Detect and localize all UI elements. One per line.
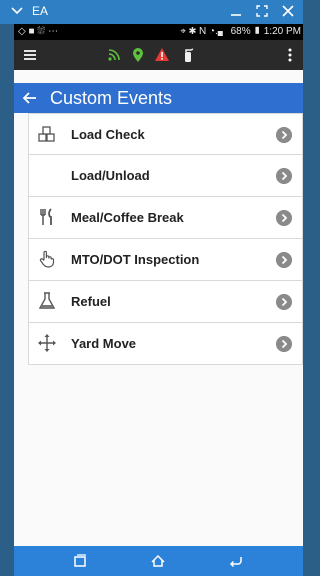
- chevron-right-icon[interactable]: [276, 252, 292, 268]
- move-arrows-icon: [38, 334, 56, 352]
- page-title: Custom Events: [50, 88, 173, 108]
- phone-screen: ◇ ■ ⛆ ⋯ ⌖ ✱ N ◔.▖ 68% ▮ 1:20 PM Custom E…: [14, 24, 303, 576]
- list-item-label: Yard Move: [71, 336, 137, 351]
- location-pin-icon[interactable]: [130, 47, 146, 63]
- home-icon[interactable]: [150, 553, 166, 569]
- app-toolbar: [14, 40, 303, 70]
- chevron-right-icon[interactable]: [276, 294, 292, 310]
- chevron-right-icon[interactable]: [276, 127, 292, 143]
- status-right-info: ⌖ ✱ N ◔.▖ 68% ▮ 1:20 PM: [180, 26, 301, 37]
- divider: [14, 70, 303, 83]
- boxes-icon: [38, 126, 55, 142]
- chevron-down-icon[interactable]: [10, 4, 24, 18]
- list-item-refuel[interactable]: Refuel: [28, 281, 303, 323]
- window-title: EA: [32, 4, 49, 18]
- menu-icon[interactable]: [22, 47, 38, 63]
- minimize-icon[interactable]: [228, 3, 244, 19]
- rss-icon[interactable]: [106, 47, 122, 63]
- navigation-bar: [14, 546, 303, 576]
- list-item-load-check[interactable]: Load Check: [28, 113, 303, 155]
- status-notification-icons: ◇ ■ ⛆ ⋯: [18, 26, 59, 37]
- alert-triangle-icon[interactable]: [154, 47, 170, 63]
- flask-icon: [38, 292, 56, 309]
- list-item-label: MTO/DOT Inspection: [71, 252, 200, 267]
- hand-pointer-icon: [39, 250, 55, 268]
- list-item-yard-move[interactable]: Yard Move: [28, 323, 303, 365]
- list-item-label: Load/Unload: [71, 168, 150, 183]
- chevron-right-icon[interactable]: [276, 336, 292, 352]
- list-item-meal-coffee-break[interactable]: Meal/Coffee Break: [28, 197, 303, 239]
- recent-apps-icon[interactable]: [72, 553, 88, 569]
- events-list: Load Check Load/Unload Meal/Coffee Break: [28, 113, 303, 365]
- list-item-load-unload[interactable]: Load/Unload: [28, 155, 303, 197]
- app-bar: Custom Events: [14, 83, 303, 113]
- window-titlebar: EA: [0, 0, 303, 24]
- chevron-right-icon[interactable]: [276, 210, 292, 226]
- fullscreen-icon[interactable]: [254, 3, 270, 19]
- list-item-label: Refuel: [71, 294, 111, 309]
- close-icon[interactable]: [280, 3, 296, 19]
- more-vert-icon[interactable]: [282, 47, 298, 63]
- status-bar: ◇ ■ ⛆ ⋯ ⌖ ✱ N ◔.▖ 68% ▮ 1:20 PM: [14, 24, 303, 40]
- back-icon[interactable]: [228, 553, 244, 569]
- arrow-left-icon[interactable]: [22, 90, 38, 106]
- list-item-mto-dot-inspection[interactable]: MTO/DOT Inspection: [28, 239, 303, 281]
- list-item-label: Meal/Coffee Break: [71, 210, 184, 225]
- fire-extinguisher-icon[interactable]: [180, 47, 196, 63]
- chevron-right-icon[interactable]: [276, 168, 292, 184]
- list-item-label: Load Check: [71, 127, 145, 142]
- utensils-icon: [40, 208, 52, 225]
